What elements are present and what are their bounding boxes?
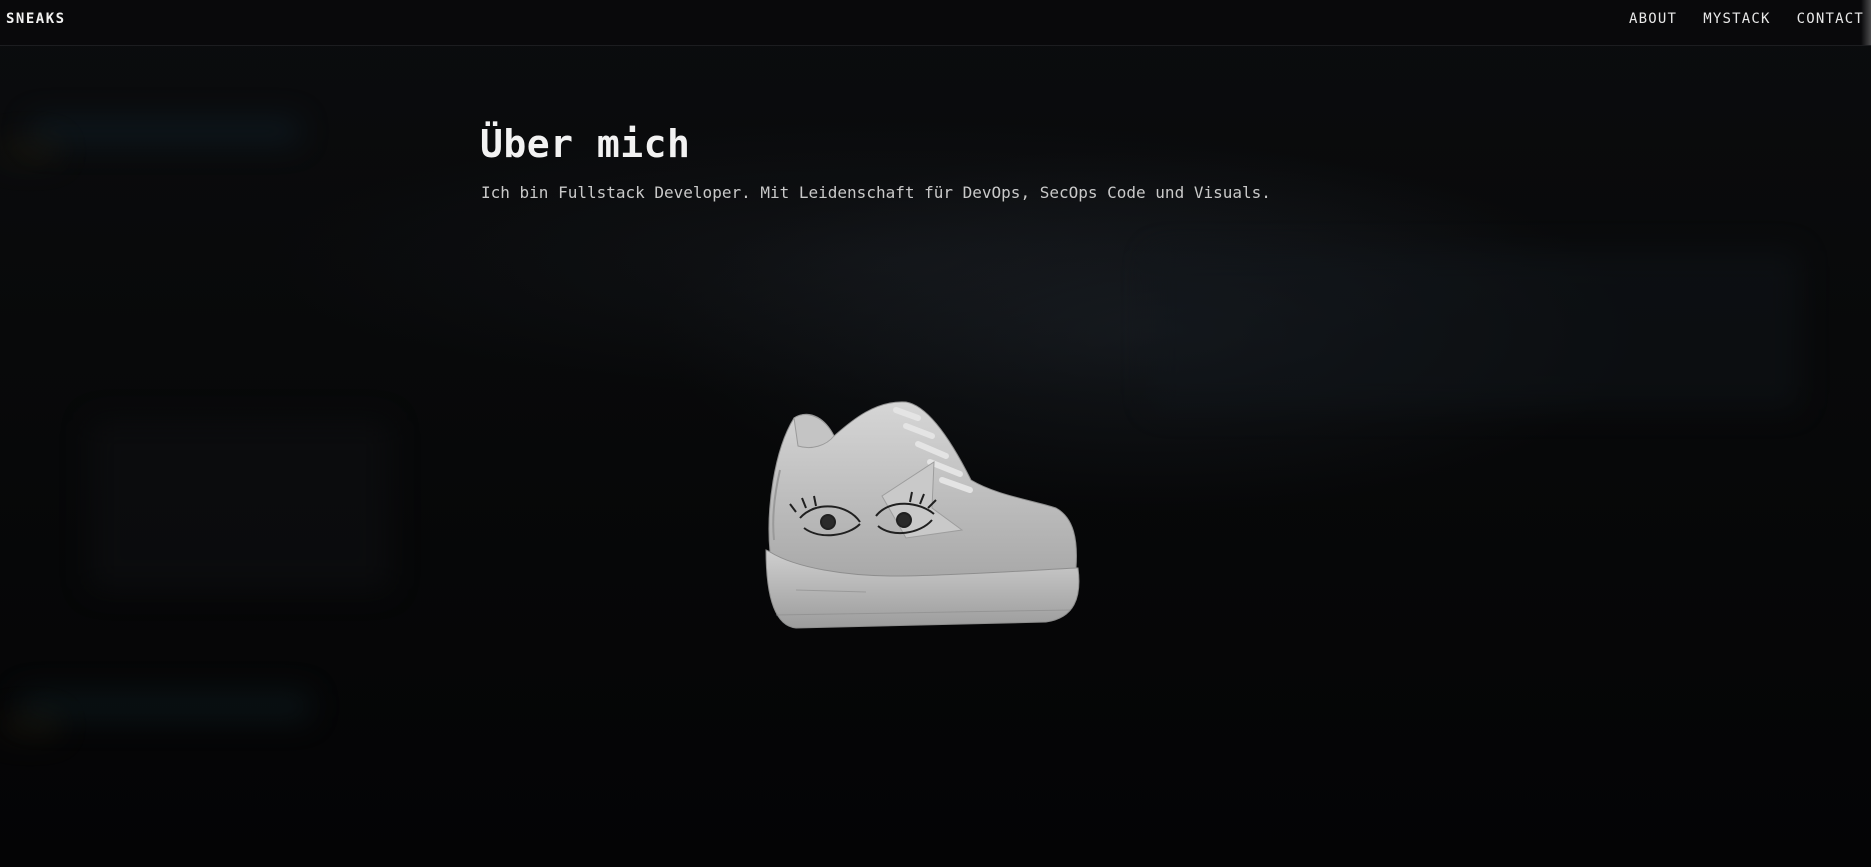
main-nav: ABOUT MYSTACK CONTACT <box>1629 11 1864 27</box>
sneaker-icon <box>765 401 1080 629</box>
background-blur-shape <box>30 118 300 144</box>
brand-logo[interactable]: SNEAKS <box>6 11 66 27</box>
page: SNEAKS ABOUT MYSTACK CONTACT Über mich I… <box>0 0 1871 867</box>
nav-contact-link[interactable]: CONTACT <box>1797 11 1864 27</box>
top-navbar: SNEAKS ABOUT MYSTACK CONTACT <box>0 0 1871 46</box>
scrollbar-edge <box>1861 0 1871 45</box>
about-description: Ich bin Fullstack Developer. Mit Leidens… <box>481 183 1271 202</box>
nav-about-link[interactable]: ABOUT <box>1629 11 1677 27</box>
about-title: Über mich <box>480 122 691 166</box>
background-blur-shape <box>0 140 60 162</box>
background-blur-shape <box>20 692 310 720</box>
background-blur-shape <box>0 715 60 737</box>
background-blur-shape <box>1150 250 1800 410</box>
sneaker-3d-view[interactable] <box>756 400 1086 640</box>
background-blur-shape <box>90 420 390 590</box>
nav-mystack-link[interactable]: MYSTACK <box>1703 11 1770 27</box>
